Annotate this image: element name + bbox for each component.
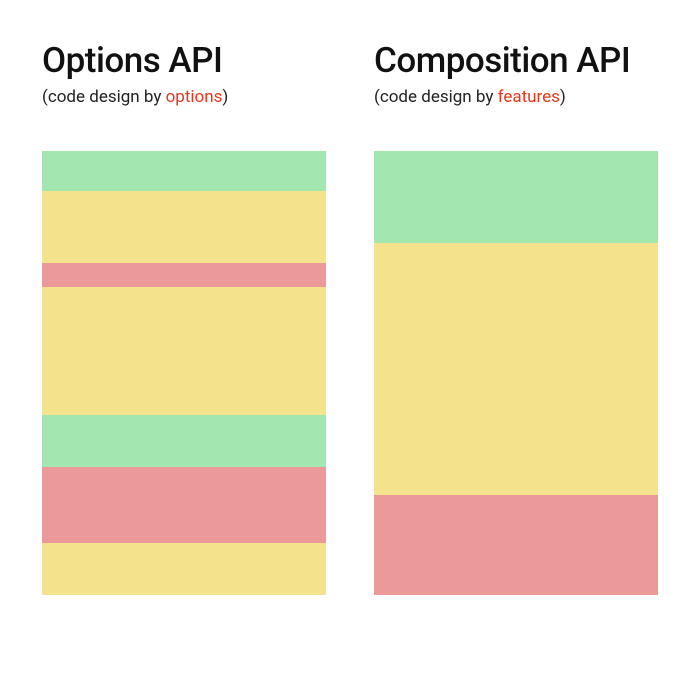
subtitle-pre: (code design by [42,87,166,107]
code-block-yellow [42,191,326,263]
code-block-green [42,151,326,191]
composition-api-title: Composition API [374,40,658,81]
code-block-red [42,263,326,287]
subtitle-post: ) [560,87,566,107]
code-block-yellow [374,243,658,495]
subtitle-post: ) [222,87,228,107]
options-api-barstack [42,151,326,595]
diagram-columns: Options API (code design by options) Com… [42,40,658,595]
code-block-green [42,415,326,467]
code-block-red [42,467,326,543]
composition-api-subtitle: (code design by features) [374,87,658,107]
subtitle-highlight: options [166,87,223,107]
options-api-subtitle: (code design by options) [42,87,326,107]
composition-api-barstack [374,151,658,595]
subtitle-pre: (code design by [374,87,498,107]
code-block-yellow [42,543,326,595]
code-block-green [374,151,658,243]
composition-api-column: Composition API (code design by features… [374,40,658,595]
subtitle-highlight: features [498,87,560,107]
options-api-title: Options API [42,40,326,81]
options-api-column: Options API (code design by options) [42,40,326,595]
code-block-yellow [42,287,326,415]
code-block-red [374,495,658,595]
